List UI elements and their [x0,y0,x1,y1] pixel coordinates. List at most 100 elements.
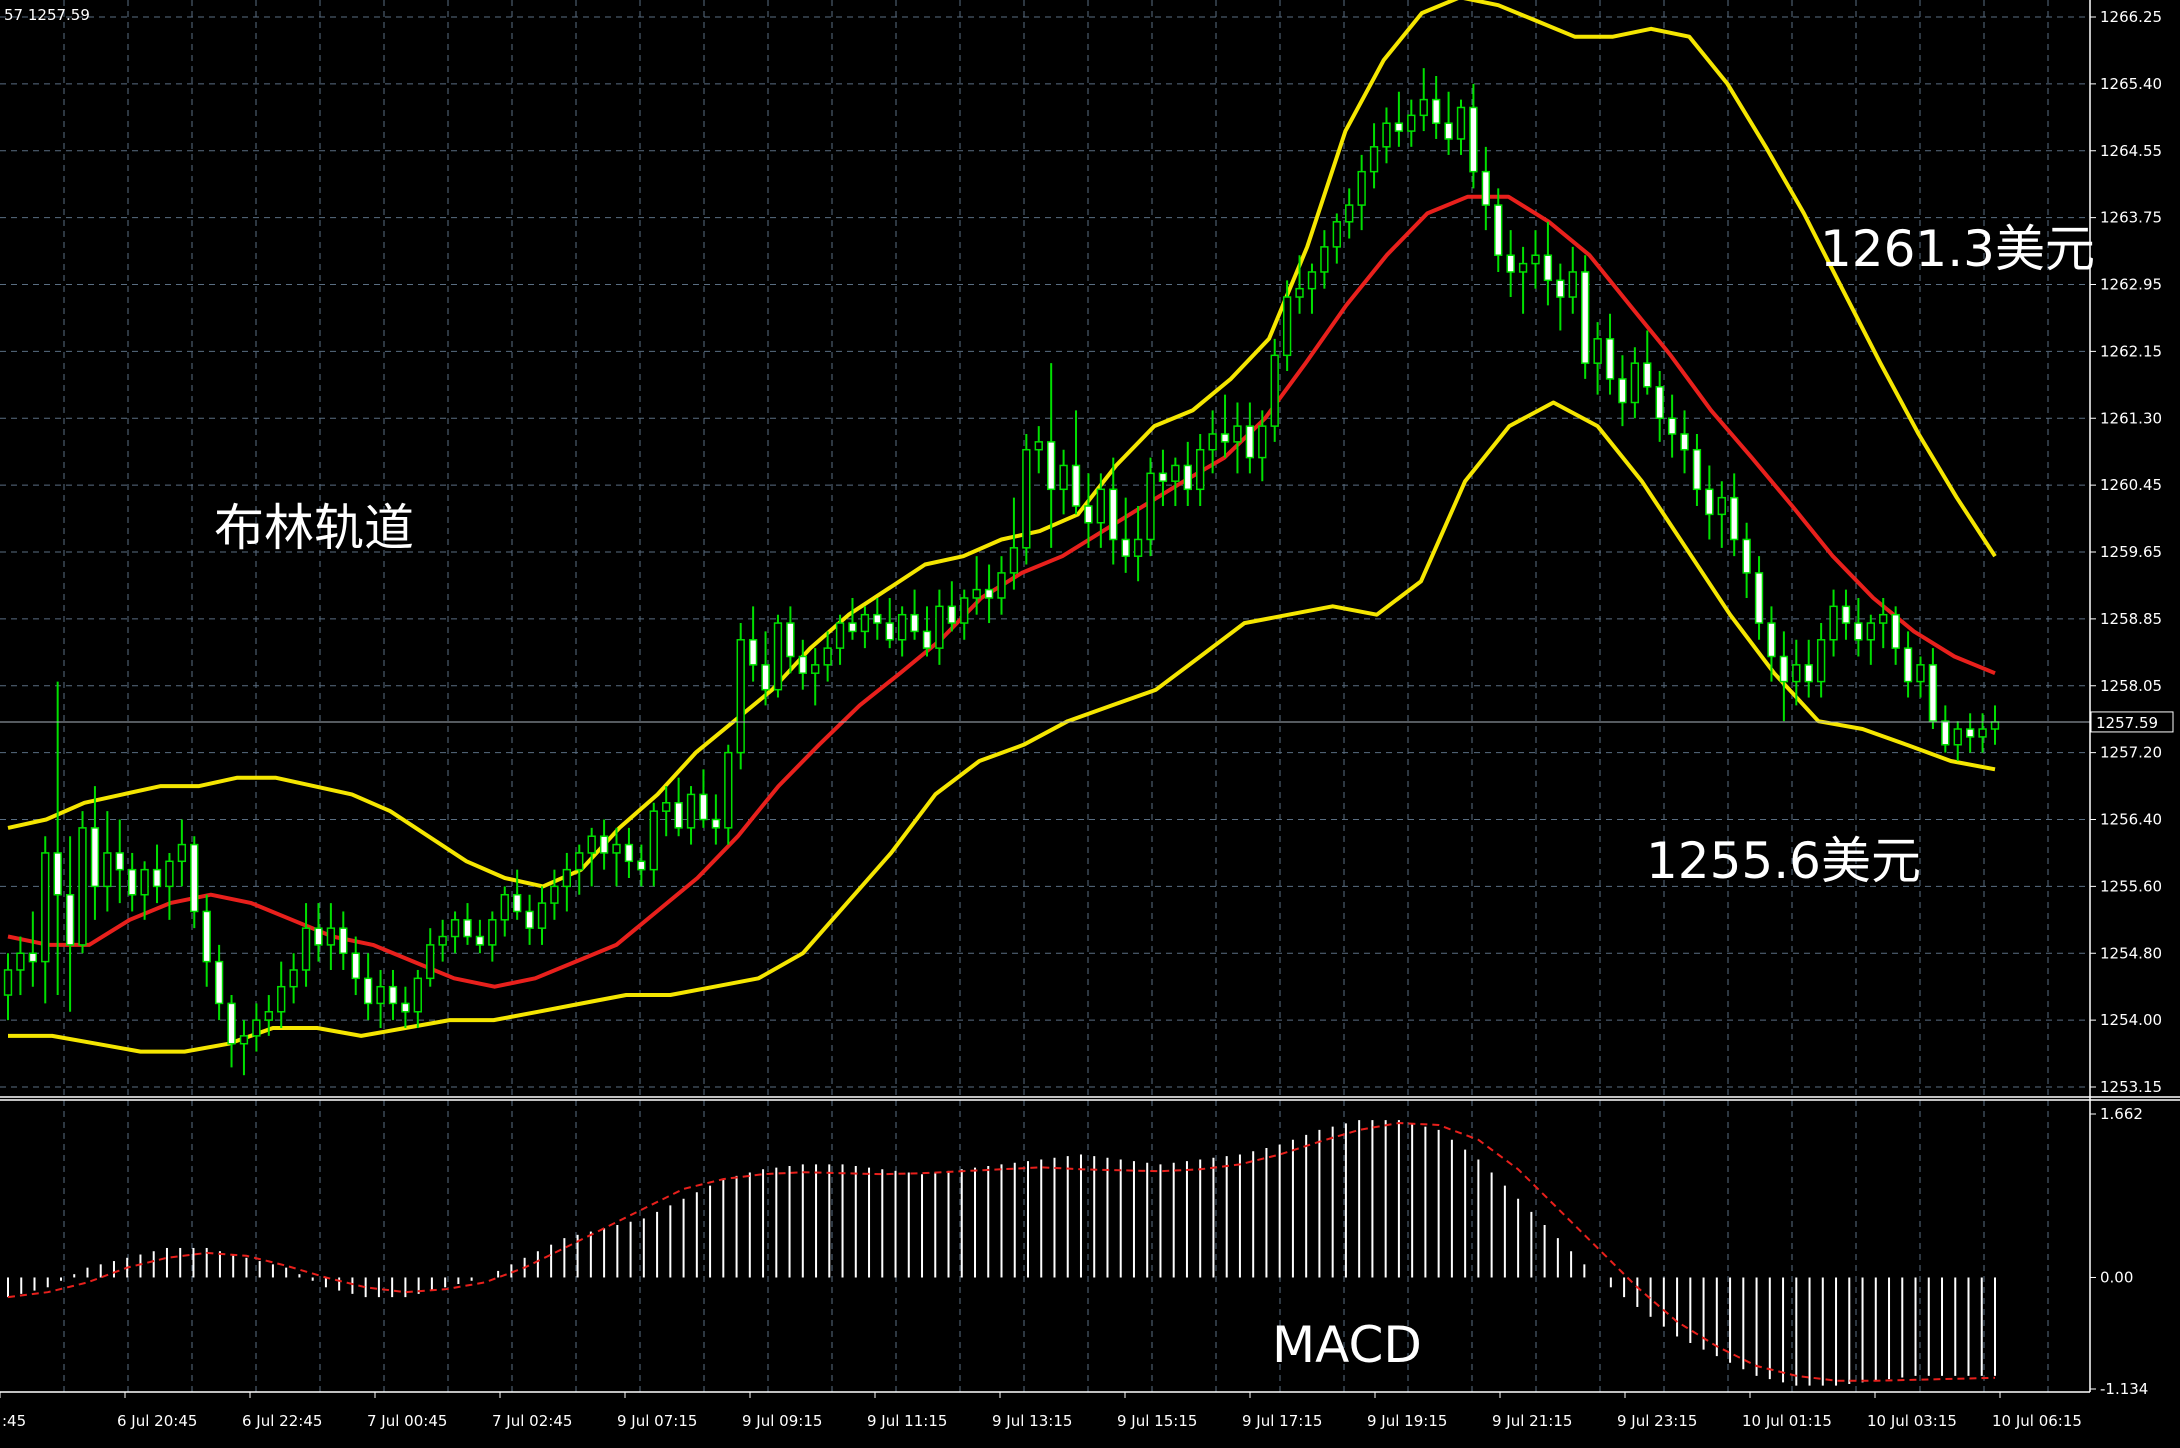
price-tick-label: 1260.45 [2100,476,2162,494]
candle-up [1382,122,1391,148]
candle-up [811,664,820,674]
candle-down [910,613,919,633]
candle-up [426,944,435,980]
candle-up [960,597,969,624]
x-tick-label: 10 Jul 03:15 [1867,1412,1957,1430]
candle-up [562,868,572,888]
annotation-lower-price: 1255.6美元 [1646,832,1921,890]
candle-down [314,927,323,946]
candle-up [1369,146,1379,173]
candle-up [649,810,658,871]
candle-down [1245,425,1255,459]
candle-down [1941,720,1950,746]
candle-down [1431,98,1441,124]
annotation-bollinger: 布林轨道 [214,499,414,557]
candle-down [637,860,646,871]
x-tick-label: 9 Jul 15:15 [1117,1412,1197,1430]
candle-down [1109,488,1118,541]
candle-up [1233,425,1242,443]
candle-up [1792,664,1801,683]
candle-down [786,622,795,658]
candle-up [1879,613,1888,624]
candle-down [1841,605,1851,624]
annotation-macd: MACD [1272,1316,1422,1374]
candle-down [1394,122,1404,132]
candle-up [103,852,112,888]
candle-down [227,1002,236,1045]
candle-up [1146,472,1155,541]
candle-up [1171,464,1180,482]
candle-down [848,622,857,633]
candle-down [53,852,62,896]
candle-up [972,588,981,599]
x-tick-label: 9 Jul 09:15 [742,1412,822,1430]
candle-down [1965,728,1975,738]
candle-up [239,1035,249,1045]
candle-up [537,902,547,929]
candle-down [947,605,956,624]
candle-up [1531,254,1540,265]
candle-down [1047,441,1056,491]
candle-up [897,613,907,641]
x-tick-label: 9 Jul 19:15 [1367,1412,1447,1430]
candle-up [724,751,733,829]
candle-down [363,977,373,1005]
x-tick-label: 9 Jul 13:15 [992,1412,1072,1430]
candle-down [1605,338,1615,380]
price-tick-label: 1253.15 [2100,1078,2162,1096]
candle-down [1742,538,1751,574]
candle-up [1133,538,1143,557]
candle-down [1121,538,1130,557]
candle-down [1705,488,1714,516]
price-tick-label: 1255.60 [2100,877,2162,895]
grid [0,0,2090,1392]
candle-up [1307,271,1317,290]
candle-down [1667,417,1677,435]
candle-down [65,893,75,946]
macd-panel [7,1120,1996,1386]
price-tick-label: 1263.75 [2100,209,2162,227]
candle-down [513,893,522,913]
x-tick-label: 10 Jul 06:15 [1992,1412,2082,1430]
x-tick-label: 9 Jul 21:15 [1492,1412,1572,1430]
candle-down [1084,505,1093,524]
candle-down [984,588,994,599]
candle-down [1730,496,1739,541]
candle-down [674,802,683,829]
candle-up [78,827,87,946]
candle-down [388,985,398,1005]
candle-down [28,952,38,963]
price-tick-label: 1262.15 [2100,342,2162,360]
candle-up [1630,362,1640,404]
candle-up [140,868,149,896]
candle-down [90,827,100,888]
candle-up [488,919,497,946]
price-tick-label: 1256.40 [2100,811,2162,829]
price-tick-label: 1258.85 [2100,610,2162,628]
candle-up [1196,448,1205,491]
candle-down [1618,378,1627,404]
candle-up [326,927,336,946]
candle-down [624,843,634,863]
candle-down [922,630,932,649]
candle-down [1494,204,1503,256]
candle-down [1158,472,1168,482]
x-tick-label: 9 Jul 17:15 [1242,1412,1322,1430]
candle-up [1295,287,1304,298]
price-tick-label: 1265.40 [2100,75,2162,93]
candle-down [1754,572,1764,624]
candle-down [1891,613,1900,649]
x-tick-label: 6 Jul 22:45 [242,1412,322,1430]
candle-up [301,927,311,971]
candle-up [450,919,460,938]
candle-down [1071,464,1081,507]
candle-down [475,935,485,946]
candle-up [1568,271,1577,298]
candle-up [413,977,422,1013]
chart-canvas: 1257.59 1266.25 1265.40 1264.55 1263.75 1262.… [0,0,2180,1430]
candle-up [264,1011,273,1021]
candle-up [550,885,559,904]
candle-down [525,910,534,929]
candle-up [1916,664,1925,683]
candle-up [662,802,671,812]
